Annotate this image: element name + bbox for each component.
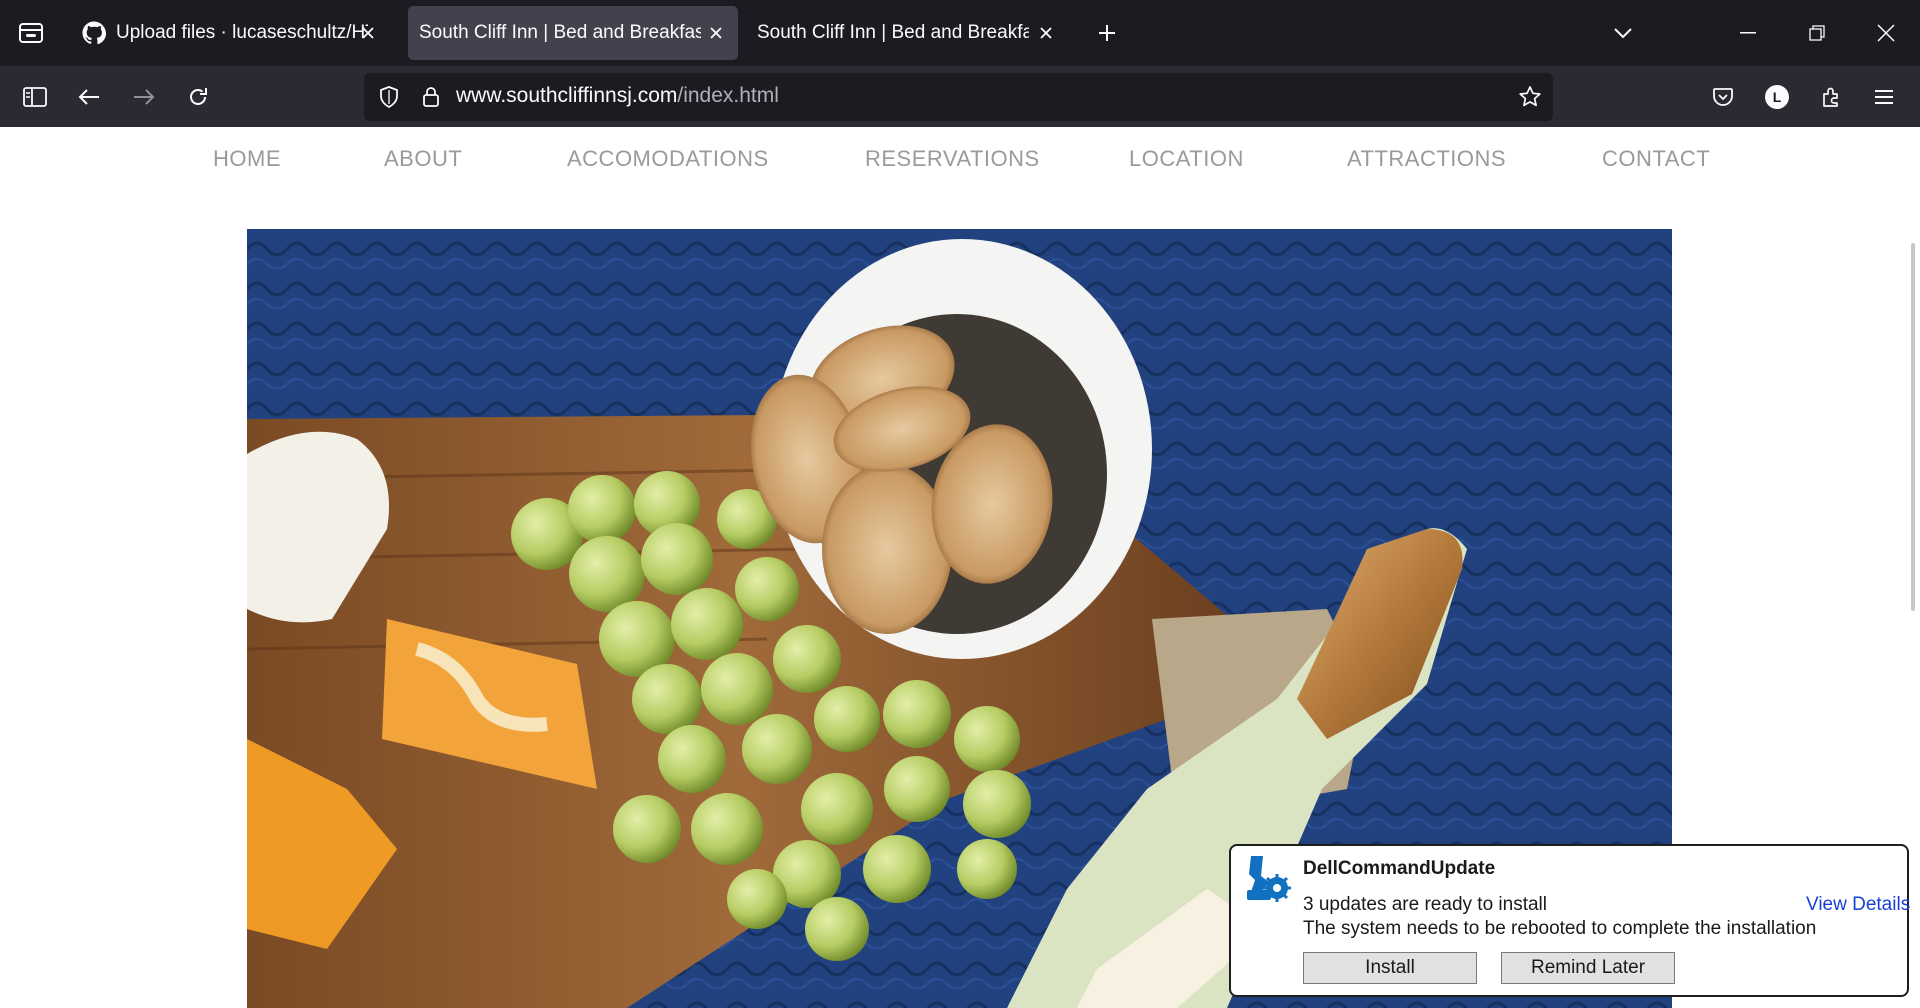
page-scrollbar[interactable]: [1911, 243, 1915, 611]
notification-title: DellCommandUpdate: [1303, 858, 1496, 879]
dell-update-icon: [1241, 852, 1291, 906]
tab-title: South Cliff Inn | Bed and Breakfast |: [757, 22, 1029, 43]
reload-icon[interactable]: [183, 82, 213, 112]
tab-title: Upload files · lucaseschultz/HTTP: [116, 22, 368, 43]
bookmark-star-icon[interactable]: [1515, 82, 1545, 112]
tab-south-cliff-inn[interactable]: South Cliff Inn | Bed and Breakfast |: [746, 6, 1068, 60]
account-avatar[interactable]: L: [1762, 82, 1792, 112]
nav-reservations[interactable]: RESERVATIONS: [865, 146, 1040, 172]
url-path: /index.html: [677, 84, 779, 107]
back-icon[interactable]: [74, 82, 104, 112]
url-host: www.southcliffinnsj.com: [456, 84, 678, 107]
minimize-icon[interactable]: [1733, 18, 1763, 48]
extensions-icon[interactable]: [1816, 82, 1846, 112]
nav-home[interactable]: HOME: [213, 146, 281, 172]
firefox-view-icon[interactable]: [14, 16, 48, 50]
remind-later-button[interactable]: Remind Later: [1501, 952, 1675, 984]
close-tab-icon[interactable]: [356, 21, 380, 45]
nav-about[interactable]: ABOUT: [384, 146, 462, 172]
close-tab-icon[interactable]: [1034, 21, 1058, 45]
nav-contact[interactable]: CONTACT: [1602, 146, 1710, 172]
close-window-icon[interactable]: [1871, 18, 1901, 48]
tab-title: South Cliff Inn | Bed and Breakfast |: [419, 22, 701, 43]
lock-icon[interactable]: [418, 82, 444, 112]
github-icon: [82, 21, 106, 45]
nav-accomodations[interactable]: ACCOMODATIONS: [567, 146, 769, 172]
tab-south-cliff-inn-active[interactable]: South Cliff Inn | Bed and Breakfast |: [408, 6, 738, 60]
tab-upload-files[interactable]: Upload files · lucaseschultz/HTTP: [68, 6, 390, 60]
dell-update-notification: DellCommandUpdate 3 updates are ready to…: [1229, 844, 1910, 997]
close-tab-icon[interactable]: [704, 21, 728, 45]
menu-icon[interactable]: [1869, 82, 1899, 112]
nav-location[interactable]: LOCATION: [1129, 146, 1244, 172]
new-tab-button[interactable]: [1092, 18, 1122, 48]
forward-icon[interactable]: [129, 82, 159, 112]
list-all-tabs-icon[interactable]: [1608, 18, 1638, 48]
notification-message: 3 updates are ready to install: [1303, 894, 1547, 915]
notification-detail: The system needs to be rebooted to compl…: [1303, 918, 1817, 939]
view-details-link[interactable]: View Details: [1806, 894, 1910, 916]
tracking-protection-shield-icon[interactable]: [376, 82, 402, 112]
sidebar-icon[interactable]: [20, 82, 50, 112]
url-text[interactable]: www.southcliffinnsj.com/index.html: [456, 84, 779, 108]
install-button[interactable]: Install: [1303, 952, 1477, 984]
nav-attractions[interactable]: ATTRACTIONS: [1347, 146, 1506, 172]
restore-icon[interactable]: [1802, 18, 1832, 48]
avatar-initial: L: [1765, 85, 1789, 109]
pocket-icon[interactable]: [1708, 82, 1738, 112]
